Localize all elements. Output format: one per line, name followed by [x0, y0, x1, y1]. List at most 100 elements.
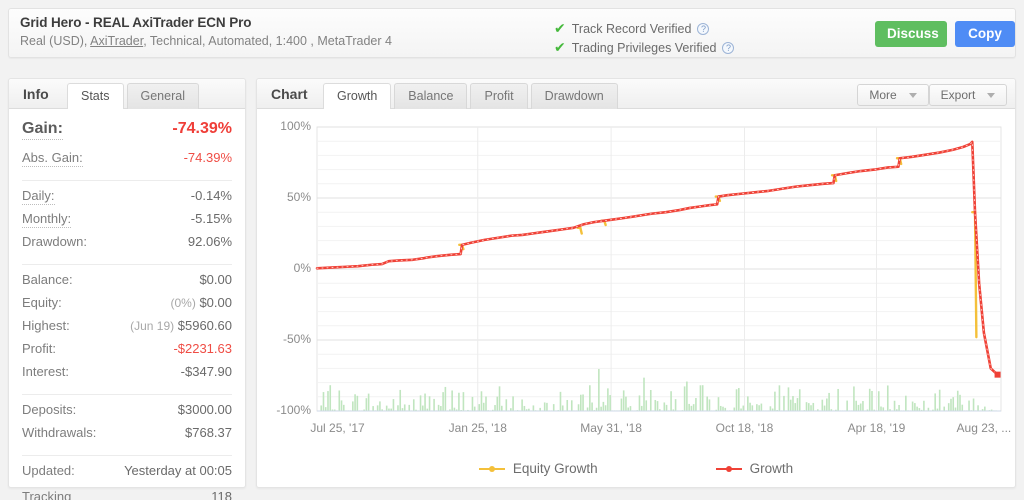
- subtitle-pre: Real (USD),: [20, 34, 91, 48]
- track-record-verified-label: Track Record Verified: [571, 21, 692, 36]
- chevron-down-icon: [987, 92, 996, 98]
- tab-drawdown[interactable]: Drawdown: [530, 83, 618, 109]
- stat-label: Gain:: [22, 120, 63, 140]
- stat-value: -5.15%: [190, 211, 232, 226]
- stat-label: Drawdown:: [22, 234, 88, 249]
- stat-value: $0.00: [199, 272, 232, 287]
- stat-label: Balance:: [22, 272, 73, 287]
- info-panel: Info Stats General Gain: -74.39% Abs. Ga…: [8, 78, 246, 500]
- stat-row-daily[interactable]: Daily: -0.14%: [9, 188, 245, 211]
- chart-legend: Equity Growth Growth: [257, 461, 1015, 476]
- verification-row: ✔ Trading Privileges Verified ?: [554, 38, 735, 57]
- stat-value-main: $0.00: [199, 295, 232, 310]
- subtitle-post: , Technical, Automated, 1:400 , MetaTrad…: [143, 34, 392, 48]
- chart-panel-title: Chart: [271, 86, 308, 102]
- check-icon: ✔: [554, 39, 566, 56]
- legend-label: Growth: [749, 461, 794, 476]
- stat-label: Tracking: [22, 489, 72, 500]
- export-dropdown-button[interactable]: Export: [929, 84, 1007, 106]
- stat-value: -0.14%: [190, 188, 232, 203]
- stat-label: Equity:: [22, 295, 62, 310]
- stat-row-gain[interactable]: Gain: -74.39%: [9, 120, 245, 150]
- legend-label: Equity Growth: [512, 461, 598, 476]
- tab-balance[interactable]: Balance: [394, 83, 468, 109]
- x-axis-tick-label: Aug 23, ...: [956, 421, 1012, 435]
- tab-stats[interactable]: Stats: [67, 83, 124, 110]
- stat-value: $768.37: [185, 425, 232, 440]
- stat-value: -74.39%: [183, 150, 232, 165]
- help-icon[interactable]: ?: [697, 22, 710, 35]
- stat-label: Abs. Gain:: [22, 150, 83, 167]
- x-axis-tick-label: Jul 25, '17: [310, 421, 365, 435]
- stat-value: 118: [211, 489, 232, 500]
- stat-label: Highest:: [22, 318, 70, 333]
- stat-value: 92.06%: [187, 234, 232, 249]
- tab-general[interactable]: General: [126, 83, 199, 109]
- trading-privileges-verified-label: Trading Privileges Verified: [571, 40, 717, 55]
- stat-value: -74.39%: [172, 120, 232, 137]
- stat-row-highest: Highest: (Jun 19) $5960.60: [9, 318, 245, 341]
- divider: [22, 394, 232, 395]
- y-axis-tick-label: -50%: [282, 332, 311, 346]
- stat-row-profit: Profit: -$2231.63: [9, 341, 245, 364]
- stat-row-monthly[interactable]: Monthly: -5.15%: [9, 211, 245, 234]
- growth-chart[interactable]: 100% 50% 0% -50% -100% Jul 25, '17 Jan 25, '1…: [257, 109, 1015, 487]
- y-axis-tick-label: -100%: [276, 403, 311, 417]
- y-axis-tick-label: 0%: [293, 261, 311, 275]
- stat-value-main: $5960.60: [177, 318, 232, 333]
- stat-row-tracking: Tracking 118: [9, 489, 245, 500]
- discuss-button[interactable]: Discuss: [875, 21, 947, 47]
- stat-row-equity: Equity: (0%) $0.00: [9, 295, 245, 318]
- broker-link[interactable]: AxiTrader: [90, 34, 143, 48]
- stat-row-drawdown: Drawdown: 92.06%: [9, 234, 245, 257]
- stat-label: Updated:: [22, 463, 75, 478]
- account-header: Grid Hero - REAL AxiTrader ECN Pro Real …: [8, 8, 1016, 58]
- stat-row-withdrawals: Withdrawals: $768.37: [9, 425, 245, 448]
- x-axis-tick-label: Oct 18, '18: [715, 421, 774, 435]
- stat-row-interest: Interest: -$347.90: [9, 364, 245, 387]
- stat-label: Monthly:: [22, 211, 72, 228]
- chart-panel: Chart Growth Balance Profit Drawdown Mor…: [256, 78, 1016, 488]
- y-axis-tick-label: 50%: [286, 190, 311, 204]
- legend-marker-icon: [478, 465, 505, 472]
- stat-label: Withdrawals:: [22, 425, 97, 440]
- legend-item-growth[interactable]: Growth: [715, 461, 794, 476]
- export-label: Export: [940, 88, 976, 102]
- stat-row-abs-gain[interactable]: Abs. Gain: -74.39%: [9, 150, 245, 173]
- divider: [22, 264, 232, 265]
- x-axis-tick-label: May 31, '18: [580, 421, 642, 435]
- more-dropdown-button[interactable]: More: [857, 84, 929, 106]
- stat-value-prefix: (0%): [170, 296, 196, 310]
- stats-list: Gain: -74.39% Abs. Gain: -74.39% Daily: …: [9, 109, 245, 500]
- stat-value: -$2231.63: [173, 341, 232, 356]
- check-icon: ✔: [554, 20, 566, 37]
- stat-value: $3000.00: [177, 402, 232, 417]
- account-subtitle: Real (USD), AxiTrader, Technical, Automa…: [20, 34, 392, 48]
- divider: [22, 455, 232, 456]
- help-icon[interactable]: ?: [722, 41, 735, 54]
- chart-tabs: Growth Balance Profit Drawdown: [323, 83, 621, 110]
- info-tabs: Stats General: [67, 83, 202, 110]
- tab-growth[interactable]: Growth: [323, 83, 392, 110]
- more-label: More: [869, 88, 897, 102]
- stat-value-prefix: (Jun 19): [130, 319, 175, 333]
- stat-value: (Jun 19) $5960.60: [130, 318, 232, 333]
- copy-button[interactable]: Copy: [955, 21, 1015, 47]
- page-title: Grid Hero - REAL AxiTrader ECN Pro: [20, 15, 252, 30]
- stat-row-balance: Balance: $0.00: [9, 272, 245, 295]
- info-panel-title: Info: [23, 86, 49, 102]
- chart-tabbar: Chart Growth Balance Profit Drawdown Mor…: [257, 79, 1015, 110]
- x-axis-tick-label: Jan 25, '18: [448, 421, 507, 435]
- verification-badges: ✔ Track Record Verified ? ✔ Trading Priv…: [554, 19, 735, 57]
- chevron-down-icon: [908, 92, 917, 98]
- stat-row-deposits: Deposits: $3000.00: [9, 402, 245, 425]
- tab-profit[interactable]: Profit: [470, 83, 528, 109]
- legend-marker-icon: [715, 465, 742, 472]
- stat-label: Deposits:: [22, 402, 77, 417]
- stat-label: Daily:: [22, 188, 55, 205]
- stat-value: (0%) $0.00: [170, 295, 232, 310]
- verification-row: ✔ Track Record Verified ?: [554, 19, 734, 38]
- legend-item-equity-growth[interactable]: Equity Growth: [478, 461, 598, 476]
- y-axis-tick-label: 100%: [280, 119, 311, 133]
- info-tabbar: Info Stats General: [9, 79, 245, 110]
